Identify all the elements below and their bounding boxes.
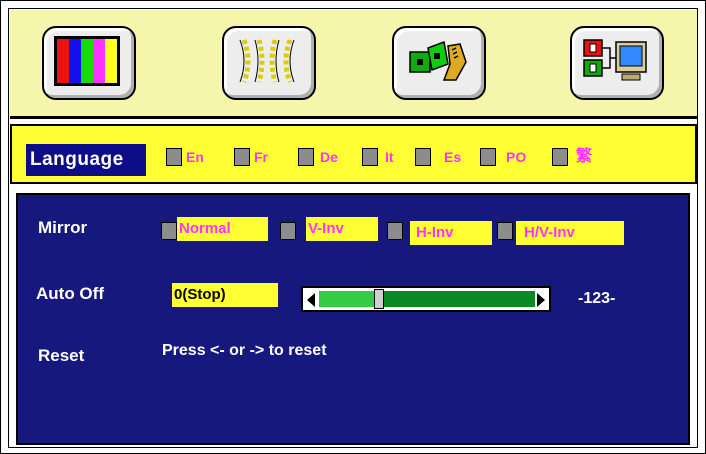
language-es-checkbox[interactable]: [415, 148, 431, 166]
mirror-option-normal[interactable]: Normal: [177, 217, 268, 241]
input-menu-button[interactable]: [570, 26, 664, 100]
mirror-option-v-inv[interactable]: V-Inv: [306, 217, 378, 241]
mirror-label: Mirror: [38, 218, 88, 237]
language-de-checkbox[interactable]: [298, 148, 314, 166]
reset-label: Reset: [38, 346, 85, 365]
auto-off-label: Auto Off: [36, 284, 104, 303]
slider-fill: [319, 291, 379, 307]
mirror-option-h-inv[interactable]: H-Inv: [410, 221, 492, 245]
mirror-option-hv-inv[interactable]: H/V-Inv: [516, 221, 624, 245]
language-option-en[interactable]: En: [186, 147, 204, 167]
language-po-checkbox[interactable]: [480, 148, 496, 166]
language-option-zh[interactable]: 繁: [576, 147, 592, 167]
mirror-normal-checkbox[interactable]: [161, 222, 177, 240]
input-pc-icon: [582, 36, 648, 86]
auto-off-value[interactable]: 0(Stop): [172, 283, 278, 307]
language-it-checkbox[interactable]: [362, 148, 378, 166]
geometry-icon: [234, 36, 300, 86]
color-bars-icon: [54, 36, 120, 86]
language-option-es[interactable]: Es: [444, 147, 461, 167]
auto-off-slider-value: -123-: [578, 290, 616, 307]
language-option-de[interactable]: De: [320, 147, 338, 167]
language-fr-checkbox[interactable]: [234, 148, 250, 166]
geometry-menu-button[interactable]: [222, 26, 316, 100]
color-menu-button[interactable]: [42, 26, 136, 100]
mirror-vinv-checkbox[interactable]: [280, 222, 296, 240]
slider-right-arrow-icon[interactable]: [537, 293, 545, 307]
language-label: Language: [26, 144, 146, 176]
slider-left-arrow-icon[interactable]: [307, 293, 315, 307]
reset-instruction: Press <- or -> to reset: [162, 342, 327, 359]
language-option-po[interactable]: PO: [506, 147, 526, 167]
auto-off-slider[interactable]: [301, 286, 551, 312]
tools-icon: [404, 36, 470, 86]
menu-toolbar: [10, 10, 697, 119]
mirror-hvinv-checkbox[interactable]: [497, 222, 513, 240]
language-en-checkbox[interactable]: [166, 148, 182, 166]
language-option-fr[interactable]: Fr: [254, 147, 268, 167]
slider-thumb[interactable]: [374, 289, 384, 309]
tools-menu-button[interactable]: [392, 26, 486, 100]
language-zh-checkbox[interactable]: [552, 148, 568, 166]
language-option-it[interactable]: It: [385, 147, 394, 167]
mirror-hinv-checkbox[interactable]: [387, 222, 403, 240]
